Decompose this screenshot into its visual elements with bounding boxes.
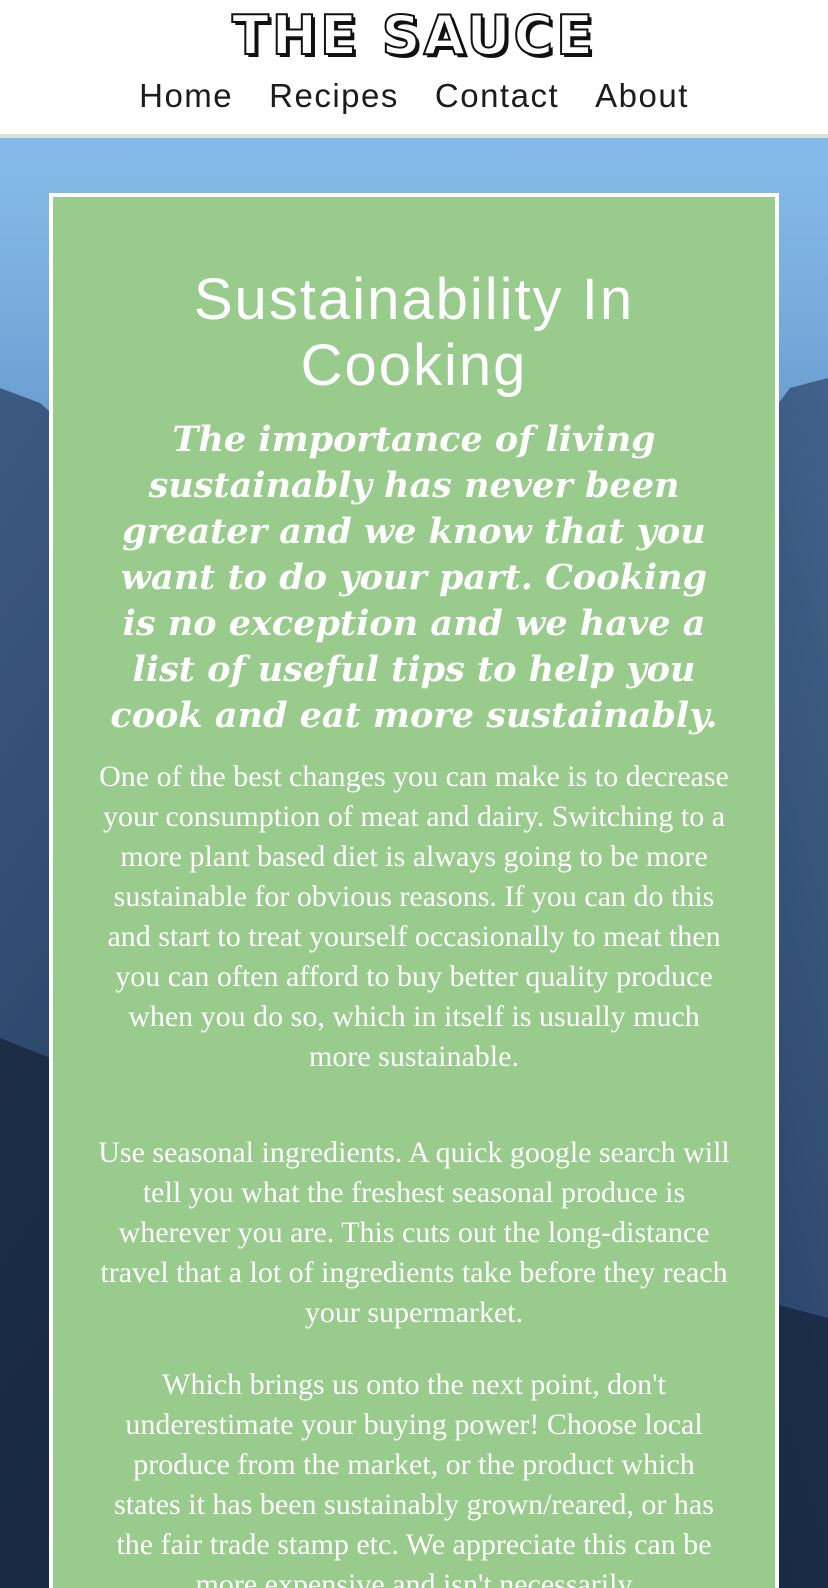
article-card: Sustainability In Cooking The importance… bbox=[49, 193, 779, 1588]
nav-contact-link[interactable]: Contact bbox=[435, 74, 559, 118]
site-logo[interactable]: THE SAUCE bbox=[0, 2, 828, 70]
article-paragraph: One of the best changes you can make is … bbox=[99, 760, 729, 1073]
article-paragraph: Which brings us onto the next point, don… bbox=[114, 1368, 714, 1588]
hero-background: Sustainability In Cooking The importance… bbox=[0, 138, 828, 1588]
nav-home-link[interactable]: Home bbox=[139, 74, 233, 118]
article-paragraph: Use seasonal ingredients. A quick google… bbox=[98, 1136, 730, 1329]
site-header: THE SAUCE Home Recipes Contact About bbox=[0, 0, 828, 138]
article-title: Sustainability In Cooking bbox=[193, 267, 635, 398]
main-nav: Home Recipes Contact About bbox=[0, 74, 828, 118]
nav-about-link[interactable]: About bbox=[595, 74, 689, 118]
article-subtitle: The importance of living sustainably has… bbox=[110, 419, 718, 736]
nav-recipes-link[interactable]: Recipes bbox=[269, 74, 399, 118]
